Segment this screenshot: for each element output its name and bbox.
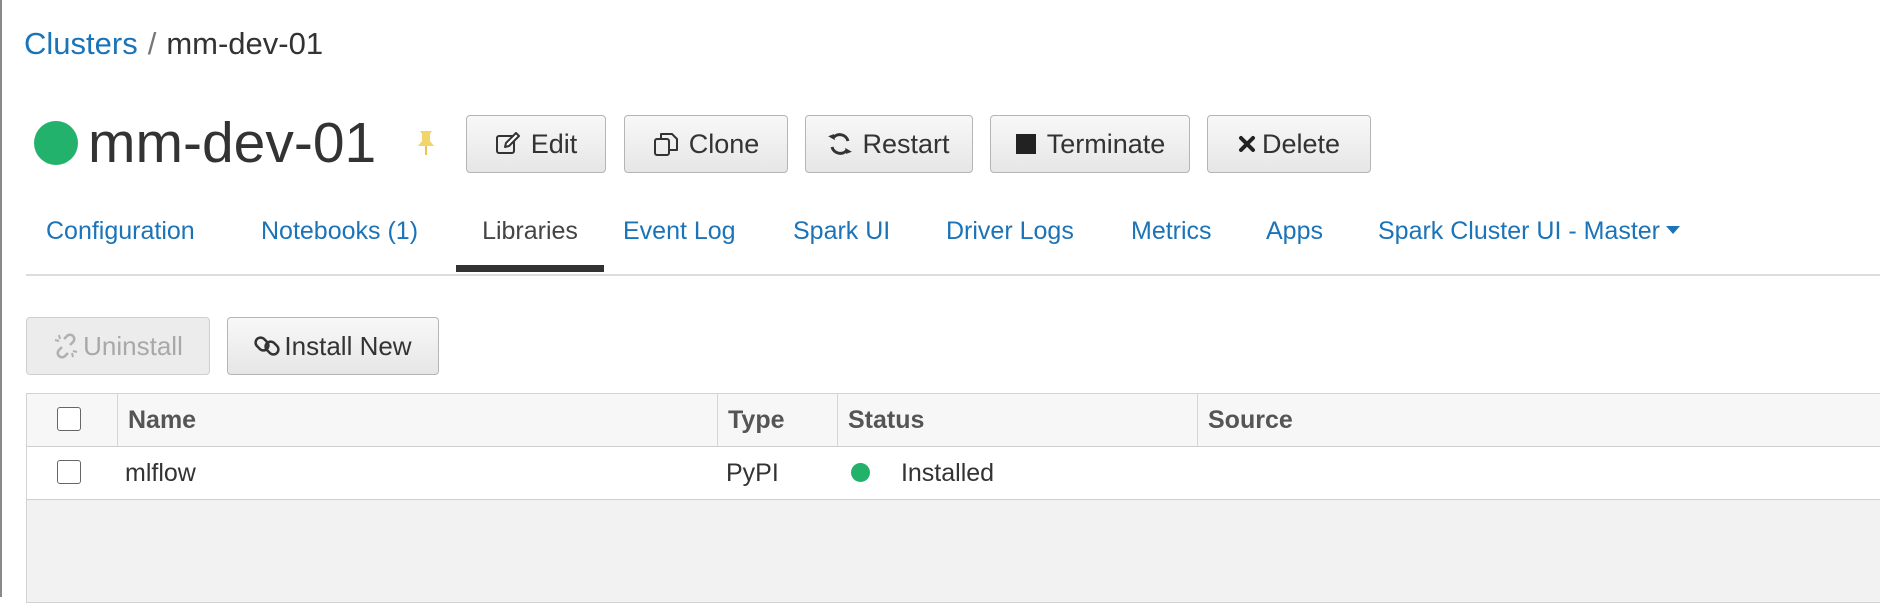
window-left-border: [0, 0, 2, 597]
edit-icon: [495, 132, 521, 156]
terminate-label: Terminate: [1046, 128, 1166, 159]
restart-button[interactable]: Restart: [805, 115, 973, 173]
tab-notebooks[interactable]: Notebooks (1): [261, 208, 418, 272]
stop-icon: [1015, 133, 1037, 155]
unlink-icon: [53, 333, 79, 359]
delete-button[interactable]: Delete: [1207, 115, 1371, 173]
library-type: PyPI: [726, 459, 779, 487]
select-all-checkbox[interactable]: [57, 407, 81, 431]
column-header-source[interactable]: Source: [1208, 394, 1293, 446]
restart-icon: [828, 132, 853, 156]
tab-apps[interactable]: Apps: [1266, 208, 1323, 272]
column-header-type[interactable]: Type: [728, 394, 785, 446]
caret-down-icon: [1666, 226, 1681, 235]
column-header-status[interactable]: Status: [848, 394, 924, 446]
tab-metrics[interactable]: Metrics: [1131, 208, 1212, 272]
library-status-label: Installed: [900, 459, 995, 487]
breadcrumb: Clusters / mm-dev-01: [24, 24, 323, 64]
cluster-status-indicator: [34, 121, 78, 165]
page-title: mm-dev-01: [88, 111, 377, 175]
tab-spark-cluster-ui-master[interactable]: Spark Cluster UI - Master: [1378, 208, 1681, 272]
clone-icon: [653, 131, 679, 157]
clone-label: Clone: [688, 128, 760, 159]
close-icon: [1238, 135, 1256, 153]
breadcrumb-clusters-link[interactable]: Clusters: [24, 26, 138, 61]
terminate-button[interactable]: Terminate: [990, 115, 1190, 173]
column-header-name[interactable]: Name: [128, 394, 196, 446]
uninstall-button[interactable]: Uninstall: [26, 317, 210, 375]
breadcrumb-current: mm-dev-01: [166, 26, 324, 61]
table-header: Name Type Status Source: [27, 394, 1880, 447]
pin-icon[interactable]: [414, 128, 438, 158]
restart-label: Restart: [862, 128, 950, 159]
library-status: Installed: [851, 447, 994, 499]
row-select-checkbox[interactable]: [57, 460, 81, 484]
breadcrumb-separator: /: [147, 26, 157, 61]
installed-status-dot: [851, 462, 870, 482]
library-name: mlflow: [125, 459, 196, 487]
tab-event-log[interactable]: Event Log: [623, 208, 736, 272]
tab-spark-ui[interactable]: Spark UI: [793, 208, 890, 272]
edit-label: Edit: [530, 128, 578, 159]
link-icon: [254, 333, 281, 359]
uninstall-label: Uninstall: [83, 330, 183, 361]
tab-configuration[interactable]: Configuration: [46, 208, 195, 272]
tab-driver-logs[interactable]: Driver Logs: [946, 208, 1074, 272]
install-new-label: Install New: [284, 330, 412, 361]
table-row[interactable]: mlflow PyPI Installed: [27, 447, 1880, 500]
cluster-tabs: Configuration Notebooks (1) Libraries Ev…: [26, 208, 1880, 276]
clone-button[interactable]: Clone: [624, 115, 788, 173]
tab-spark-cluster-ui-label: Spark Cluster UI - Master: [1378, 217, 1661, 245]
edit-button[interactable]: Edit: [466, 115, 606, 173]
install-new-button[interactable]: Install New: [227, 317, 439, 375]
tab-libraries[interactable]: Libraries: [456, 208, 604, 272]
libraries-table: Name Type Status Source mlflow PyPI Inst…: [26, 393, 1880, 603]
cluster-header: mm-dev-01: [34, 110, 438, 176]
delete-label: Delete: [1261, 128, 1341, 159]
